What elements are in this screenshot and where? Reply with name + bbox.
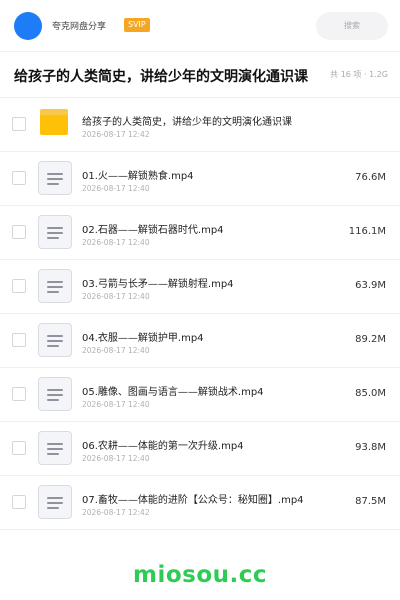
- file-size: 87.5M: [355, 496, 386, 507]
- watermark-text: miosou.cc: [132, 562, 268, 588]
- select-checkbox[interactable]: [12, 225, 26, 239]
- file-date: 2026-08-17 12:40: [82, 292, 150, 301]
- select-checkbox[interactable]: [12, 279, 26, 293]
- file-name: 02.石器——解锁石器时代.mp4: [82, 225, 224, 236]
- file-name: 03.弓箭与长矛——解锁射程.mp4: [82, 279, 234, 290]
- file-name: 给孩子的人类简史，讲给少年的文明演化通识课: [82, 117, 292, 128]
- file-size: 85.0M: [355, 388, 386, 399]
- file-name: 01.火——解锁熟食.mp4: [82, 171, 194, 182]
- file-icon: [38, 161, 72, 195]
- select-checkbox[interactable]: [12, 117, 26, 131]
- file-icon: [38, 431, 72, 465]
- file-size: 89.2M: [355, 334, 386, 345]
- page-title: 给孩子的人类简史，讲给少年的文明演化通识课: [14, 69, 308, 85]
- file-size: 63.9M: [355, 280, 386, 291]
- avatar[interactable]: [14, 12, 42, 40]
- file-icon: [38, 377, 72, 411]
- select-checkbox[interactable]: [12, 171, 26, 185]
- search-button[interactable]: 搜索: [316, 12, 388, 40]
- select-checkbox[interactable]: [12, 495, 26, 509]
- list-item[interactable]: 03.弓箭与长矛——解锁射程.mp4 2026-08-17 12:40 63.9…: [0, 260, 400, 314]
- file-date: 2026-08-17 12:42: [82, 130, 150, 139]
- list-item[interactable]: 07.畜牧——体能的进阶【公众号：秘知圈】.mp4 2026-08-17 12:…: [0, 476, 400, 530]
- file-date: 2026-08-17 12:40: [82, 238, 150, 247]
- list-item[interactable]: 04.衣服——解锁护甲.mp4 2026-08-17 12:40 89.2M: [0, 314, 400, 368]
- list-item[interactable]: 02.石器——解锁石器时代.mp4 2026-08-17 12:40 116.1…: [0, 206, 400, 260]
- file-date: 2026-08-17 12:40: [82, 454, 150, 463]
- list-item[interactable]: 06.农耕——体能的第一次升级.mp4 2026-08-17 12:40 93.…: [0, 422, 400, 476]
- file-name: 06.农耕——体能的第一次升级.mp4: [82, 441, 244, 452]
- list-item[interactable]: 05.雕像、图画与语言——解锁战术.mp4 2026-08-17 12:40 8…: [0, 368, 400, 422]
- select-checkbox[interactable]: [12, 441, 26, 455]
- title-bar: 给孩子的人类简史，讲给少年的文明演化通识课 共 16 项 · 1.2G: [0, 52, 400, 98]
- file-date: 2026-08-17 12:40: [82, 400, 150, 409]
- file-size: 93.8M: [355, 442, 386, 453]
- file-date: 2026-08-17 12:40: [82, 346, 150, 355]
- select-checkbox[interactable]: [12, 387, 26, 401]
- select-checkbox[interactable]: [12, 333, 26, 347]
- file-size: 116.1M: [348, 226, 386, 237]
- file-icon: [38, 215, 72, 249]
- folder-icon: [40, 109, 68, 135]
- file-list: 给孩子的人类简史，讲给少年的文明演化通识课 2026-08-17 12:42 0…: [0, 98, 400, 530]
- svip-badge: SVIP: [124, 18, 150, 32]
- list-item[interactable]: 01.火——解锁熟食.mp4 2026-08-17 12:40 76.6M: [0, 152, 400, 206]
- header-bar: 夸克网盘分享 SVIP 搜索: [0, 0, 400, 52]
- file-name: 07.畜牧——体能的进阶【公众号：秘知圈】.mp4: [82, 495, 304, 506]
- file-icon: [38, 323, 72, 357]
- list-item-folder[interactable]: 给孩子的人类简史，讲给少年的文明演化通识课 2026-08-17 12:42: [0, 98, 400, 152]
- file-icon: [38, 485, 72, 519]
- file-icon: [38, 269, 72, 303]
- file-date: 2026-08-17 12:42: [82, 508, 150, 517]
- file-size: 76.6M: [355, 172, 386, 183]
- file-date: 2026-08-17 12:40: [82, 184, 150, 193]
- site-name: 夸克网盘分享: [52, 22, 107, 32]
- file-name: 04.衣服——解锁护甲.mp4: [82, 333, 204, 344]
- file-name: 05.雕像、图画与语言——解锁战术.mp4: [82, 387, 264, 398]
- item-count-size: 共 16 项 · 1.2G: [328, 69, 388, 80]
